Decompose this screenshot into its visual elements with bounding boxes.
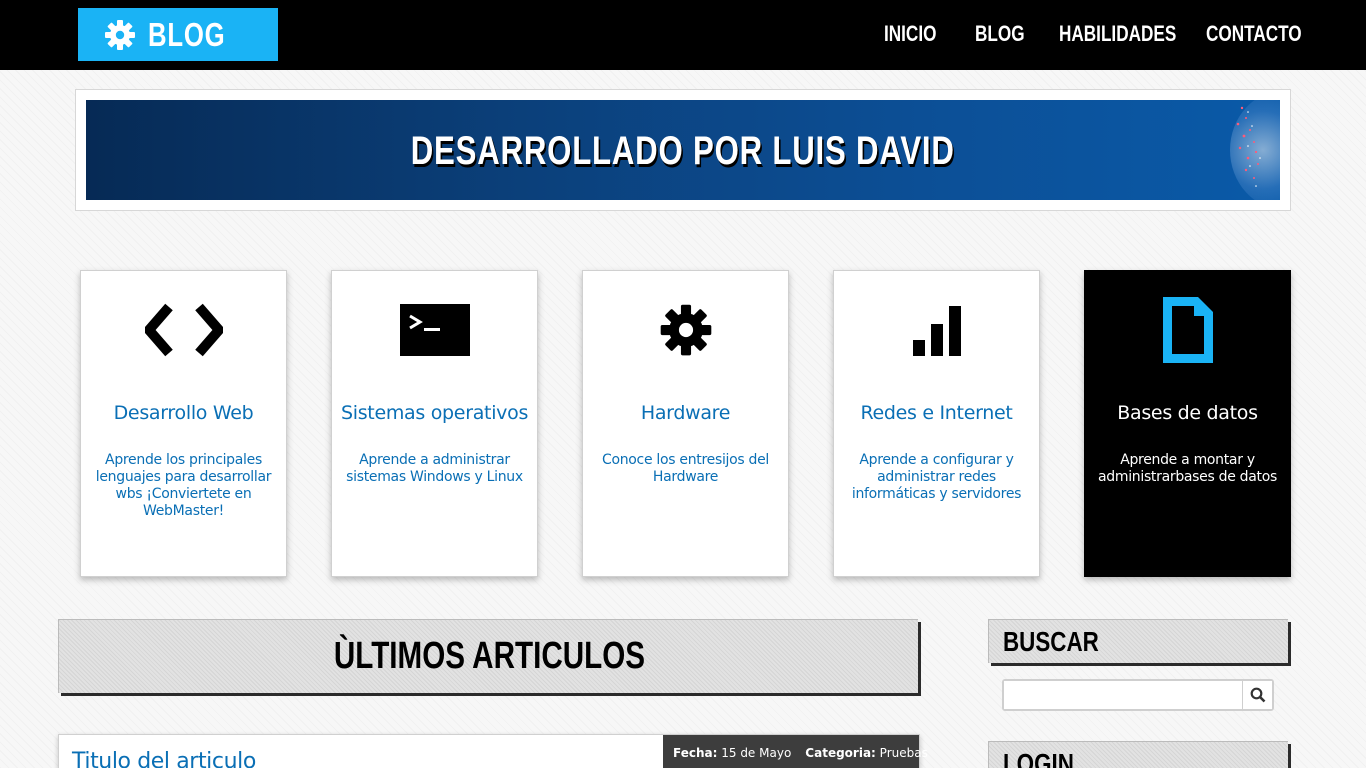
- card-description: Conoce los entresijos del Hardware: [601, 452, 770, 485]
- card-sistemas-operativos[interactable]: Sistemas operativos Aprende a administra…: [331, 270, 538, 577]
- card-title: Redes e Internet: [860, 402, 1013, 424]
- nav-item-contacto[interactable]: CONTACTO: [1206, 19, 1302, 49]
- navbar: BLOG INICIO BLOG HABILIDADES CONTACTO: [0, 0, 1366, 70]
- card-title: Desarrollo Web: [113, 402, 254, 424]
- card-description: Aprende a administrar sistemas Windows y…: [346, 452, 523, 485]
- code-icon: [144, 303, 223, 357]
- brand-name: BLOG: [148, 16, 226, 53]
- search-icon: [1250, 687, 1265, 703]
- card-title: Sistemas operativos: [340, 402, 529, 424]
- card-desarrollo-web[interactable]: Desarrollo Web Aprende los principales l…: [80, 270, 287, 577]
- nav-item-blog[interactable]: BLOG: [975, 19, 1025, 49]
- card-redes-internet[interactable]: Redes e Internet Aprende a configurar y …: [833, 270, 1040, 577]
- card-description: Aprende a montar y administrarbases de d…: [1097, 452, 1277, 485]
- latest-articles-header: ÙLTIMOS ARTICULOS: [58, 619, 918, 693]
- card-icon-wrap: [583, 297, 788, 363]
- nav-item-habilidades[interactable]: HABILIDADES: [1059, 19, 1176, 49]
- search-heading: BUSCAR: [1003, 626, 1099, 657]
- banner-frame: DESARROLLADO POR LUIS DAVID: [75, 89, 1291, 211]
- article-category: Categoria: Pruebas: [805, 735, 928, 768]
- search-input[interactable]: [1004, 681, 1242, 709]
- article-date: Fecha: 15 de Mayo: [673, 735, 791, 768]
- latest-articles-heading: ÙLTIMOS ARTICULOS: [333, 635, 645, 677]
- signal-bars-icon: [912, 306, 961, 356]
- terminal-icon: [399, 304, 470, 356]
- search-header: BUSCAR: [988, 619, 1288, 663]
- card-bases-datos[interactable]: Bases de datos Aprende a montar y admini…: [1084, 270, 1291, 577]
- card-icon-wrap: [834, 297, 1039, 363]
- search-box: [1002, 679, 1274, 711]
- article-card: Titulo del articulo Fecha: 15 de Mayo Ca…: [58, 734, 928, 768]
- login-header: LOGIN: [988, 741, 1288, 768]
- card-title: Bases de datos: [1117, 402, 1258, 424]
- category-label: Categoria:: [805, 746, 876, 760]
- banner: DESARROLLADO POR LUIS DAVID: [86, 100, 1280, 200]
- latest-articles-heading-wrap: ÙLTIMOS ARTICULOS: [59, 634, 919, 678]
- document-icon: [1162, 297, 1213, 363]
- category-value[interactable]: Pruebas: [880, 746, 928, 760]
- nav-item-inicio[interactable]: INICIO: [884, 19, 936, 49]
- banner-title: DESARROLLADO POR LUIS DAVID: [86, 128, 1280, 174]
- date-value: 15 de Mayo: [721, 746, 792, 760]
- date-label: Fecha:: [673, 746, 718, 760]
- card-icon-wrap: [332, 297, 537, 363]
- login-heading: LOGIN: [1003, 748, 1074, 768]
- gear-icon: [105, 20, 135, 50]
- banner-title-text: DESARROLLADO POR LUIS DAVID: [411, 129, 955, 173]
- card-description: Aprende los principales lenguajes para d…: [95, 452, 272, 519]
- article-meta: Fecha: 15 de Mayo Categoria: Pruebas: [663, 735, 928, 768]
- card-icon-wrap: [1085, 297, 1290, 363]
- brand-logo[interactable]: BLOG: [78, 8, 278, 61]
- search-button[interactable]: [1242, 681, 1272, 709]
- card-title: Hardware: [640, 402, 731, 424]
- card-hardware[interactable]: Hardware Conoce los entresijos del Hardw…: [582, 270, 789, 577]
- article-title[interactable]: Titulo del articulo: [72, 749, 256, 768]
- card-description: Aprende a configurar y administrar redes…: [851, 452, 1022, 502]
- gear-icon: [660, 304, 711, 356]
- card-icon-wrap: [81, 297, 286, 363]
